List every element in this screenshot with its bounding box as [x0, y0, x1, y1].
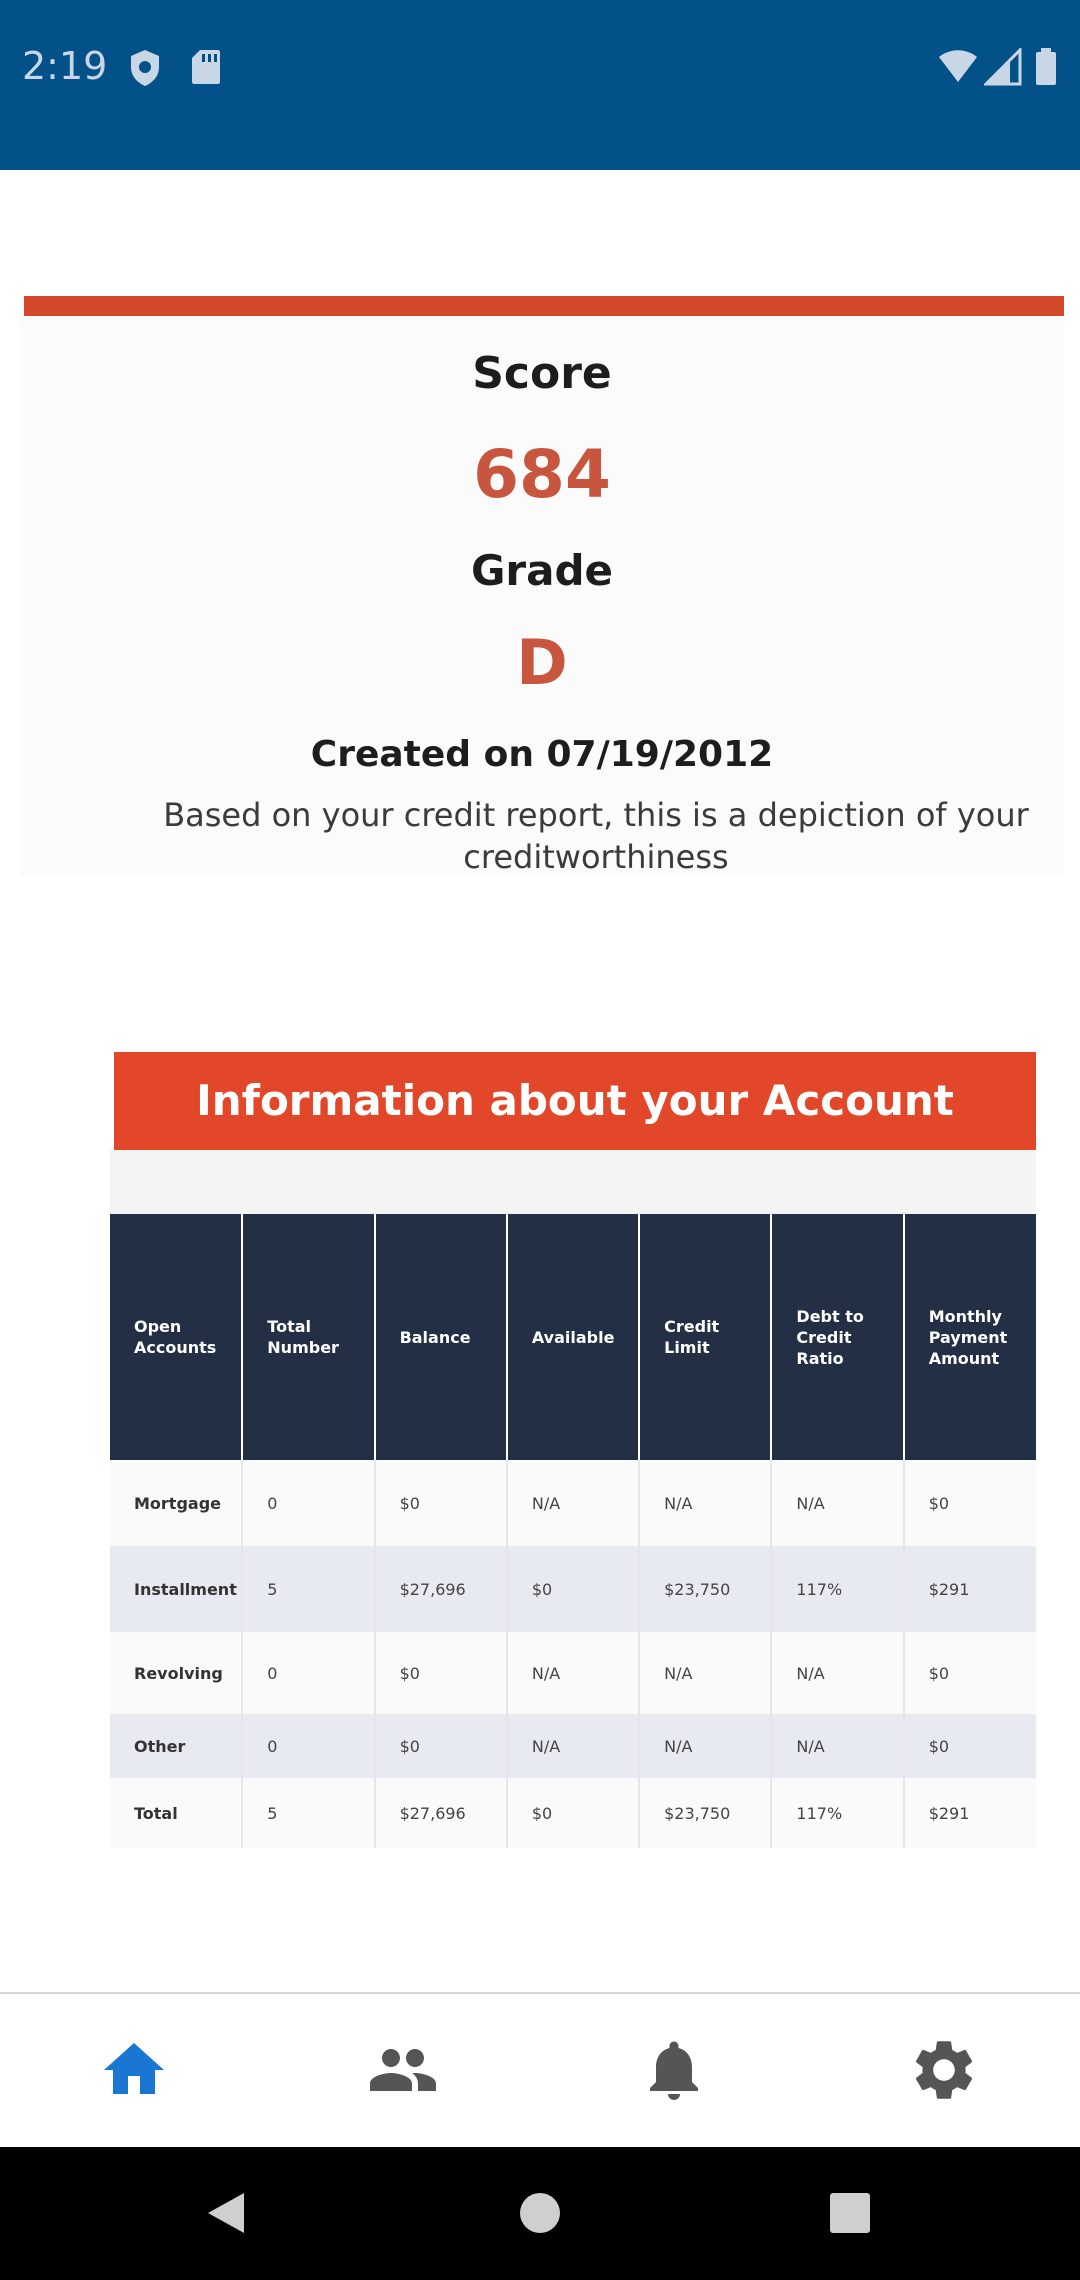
table-cell: $0 — [374, 1632, 508, 1714]
column-header: Debt to Credit Ratio — [771, 1214, 905, 1460]
nav-notifications-button[interactable] — [638, 2034, 710, 2106]
score-description: Based on your credit report, this is a d… — [163, 796, 1029, 876]
grade-label: Grade — [470, 546, 614, 595]
table-cell: $0 — [903, 1460, 1036, 1546]
table-cell: $0 — [506, 1778, 641, 1848]
table-cell: $27,696 — [374, 1546, 508, 1632]
wifi-icon — [938, 48, 978, 88]
created-date: Created on 07/19/2012 — [310, 734, 774, 775]
table-cell: $0 — [374, 1460, 508, 1546]
table-row: Revolving 0 $0 N/A N/A N/A $0 — [110, 1632, 1036, 1714]
status-bar: 2:19 — [0, 0, 1080, 170]
status-time: 2:19 — [22, 44, 108, 88]
table-cell: $291 — [903, 1546, 1036, 1632]
table-cell: Revolving — [110, 1632, 244, 1714]
table-row: Mortgage 0 $0 N/A N/A N/A $0 — [110, 1460, 1036, 1546]
column-header: Open Accounts — [110, 1214, 244, 1460]
table-cell: Mortgage — [110, 1460, 244, 1546]
bell-icon — [650, 2041, 698, 2100]
system-navigation-bar — [0, 2147, 1080, 2280]
nav-home-button[interactable] — [98, 2034, 170, 2106]
signal-icon — [982, 46, 1022, 90]
table-row: Total 5 $27,696 $0 $23,750 117% $291 — [110, 1778, 1036, 1848]
system-home-button[interactable] — [510, 2183, 570, 2243]
table-cell: N/A — [639, 1714, 773, 1778]
table-cell: N/A — [771, 1460, 905, 1546]
system-recents-button[interactable] — [820, 2183, 880, 2243]
table-cell: 0 — [242, 1714, 376, 1778]
table-cell: N/A — [771, 1714, 905, 1778]
column-header: Available — [506, 1214, 641, 1460]
table-cell: N/A — [639, 1460, 773, 1546]
score-accent-bar — [24, 296, 1064, 316]
gear-icon — [915, 2041, 973, 2099]
column-header: Balance — [374, 1214, 508, 1460]
content-area[interactable]: Score 684 Grade D Created on 07/19/2012 … — [0, 170, 1080, 1992]
table-cell: N/A — [506, 1714, 641, 1778]
table-cell: 117% — [771, 1778, 905, 1848]
table-cell: $23,750 — [639, 1778, 773, 1848]
table-cell: Installment — [110, 1546, 244, 1632]
table-cell: 5 — [242, 1778, 376, 1848]
shield-icon — [128, 48, 162, 92]
bottom-navigation — [0, 1992, 1080, 2147]
account-banner-gap — [110, 1150, 1036, 1214]
table-cell: 0 — [242, 1632, 376, 1714]
table-cell: 0 — [242, 1460, 376, 1546]
column-header: Monthly Payment Amount — [903, 1214, 1036, 1460]
home-icon — [104, 2043, 164, 2094]
account-table: Open Accounts Total Number Balance Avail… — [110, 1214, 1036, 1848]
system-back-button[interactable] — [196, 2183, 256, 2243]
column-header: Total Number — [242, 1214, 376, 1460]
table-cell: $27,696 — [374, 1778, 508, 1848]
table-cell: N/A — [506, 1460, 641, 1546]
score-card-image: Score 684 Grade D Created on 07/19/2012 … — [20, 296, 1064, 876]
table-cell: N/A — [771, 1632, 905, 1714]
table-cell: Other — [110, 1714, 244, 1778]
table-cell: N/A — [506, 1632, 641, 1714]
table-cell: 5 — [242, 1546, 376, 1632]
table-cell: $23,750 — [639, 1546, 773, 1632]
account-info-banner: Information about your Account — [114, 1052, 1036, 1150]
table-cell: $0 — [903, 1714, 1036, 1778]
battery-icon — [1034, 48, 1058, 90]
table-cell: N/A — [639, 1632, 773, 1714]
account-table-header: Open Accounts Total Number Balance Avail… — [110, 1214, 1036, 1460]
table-cell: $0 — [903, 1632, 1036, 1714]
table-row: Other 0 $0 N/A N/A N/A $0 — [110, 1714, 1036, 1778]
home-circle-icon — [520, 2193, 560, 2233]
recents-icon — [830, 2193, 870, 2233]
score-label: Score — [472, 348, 612, 399]
table-cell: $291 — [903, 1778, 1036, 1848]
grade-value: D — [516, 626, 568, 699]
table-cell: $0 — [506, 1546, 641, 1632]
score-value: 684 — [473, 436, 611, 513]
table-cell: 117% — [771, 1546, 905, 1632]
table-cell: $0 — [374, 1714, 508, 1778]
back-icon — [208, 2193, 244, 2233]
table-cell: Total — [110, 1778, 244, 1848]
sd-card-icon — [190, 48, 222, 90]
nav-people-button[interactable] — [367, 2034, 439, 2106]
people-icon — [370, 2049, 436, 2091]
column-header: Credit Limit — [639, 1214, 773, 1460]
nav-settings-button[interactable] — [908, 2034, 980, 2106]
table-row: Installment 5 $27,696 $0 $23,750 117% $2… — [110, 1546, 1036, 1632]
